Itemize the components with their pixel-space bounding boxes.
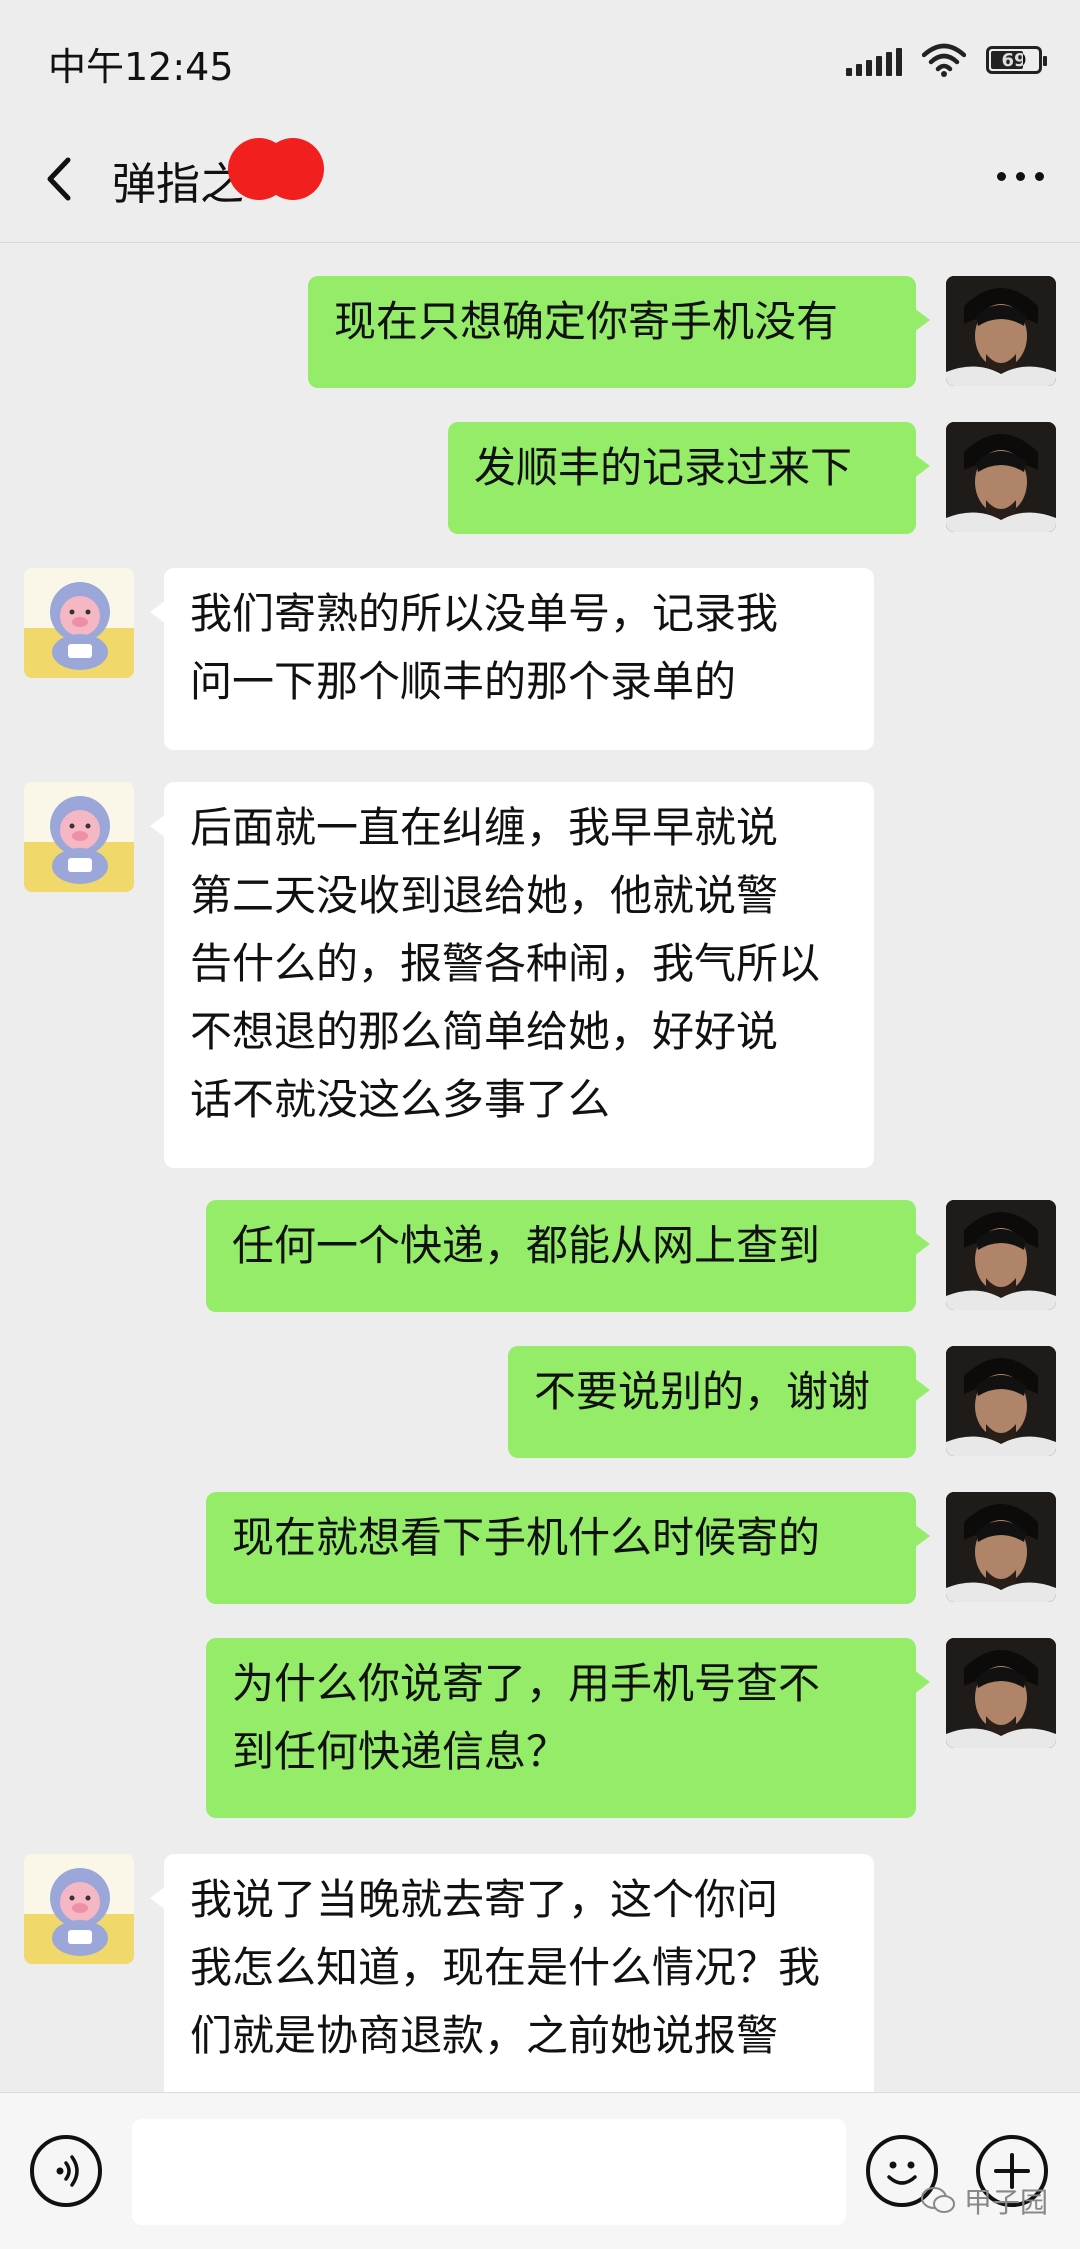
- signal-icon: [846, 44, 902, 76]
- status-time: 中午12:45: [48, 45, 234, 89]
- back-arrow-icon[interactable]: [36, 154, 86, 204]
- avatar[interactable]: [946, 1200, 1056, 1310]
- message-bubble[interactable]: 后面就一直在纠缠，我早早就说 第二天没收到退给她，他就说警 告什么的，报警各种闹…: [150, 782, 874, 1168]
- message-bubble[interactable]: 任何一个快递，都能从网上查到: [206, 1200, 930, 1312]
- message-row: 为什么你说寄了，用手机号查不 到任何快递信息？: [0, 1638, 1080, 1818]
- avatar[interactable]: [24, 568, 134, 678]
- avatar[interactable]: [946, 276, 1056, 386]
- message-row: 不要说别的，谢谢: [0, 1346, 1080, 1458]
- message-row: 发顺丰的记录过来下: [0, 422, 1080, 534]
- avatar[interactable]: [24, 1854, 134, 1964]
- more-dots-icon[interactable]: [997, 172, 1044, 181]
- avatar[interactable]: [946, 1346, 1056, 1456]
- input-bar: 甲子园: [0, 2092, 1080, 2249]
- message-row: 现在就想看下手机什么时候寄的: [0, 1492, 1080, 1604]
- message-row: 现在只想确定你寄手机没有: [0, 276, 1080, 388]
- avatar[interactable]: [946, 422, 1056, 532]
- avatar[interactable]: [946, 1638, 1056, 1748]
- message-bubble[interactable]: 我们寄熟的所以没单号，记录我 问一下那个顺丰的那个录单的: [150, 568, 874, 750]
- watermark-text: 甲子园: [963, 2186, 1048, 2219]
- message-bubble[interactable]: 现在就想看下手机什么时候寄的: [206, 1492, 930, 1604]
- message-bubble[interactable]: 我说了当晚就去寄了，这个你问 我怎么知道，现在是什么情况？我 们就是协商退款，之…: [150, 1854, 874, 2092]
- redaction-mark: [228, 138, 324, 204]
- message-bubble[interactable]: 发顺丰的记录过来下: [448, 422, 930, 534]
- battery-icon: 69: [986, 46, 1047, 74]
- avatar[interactable]: [946, 1492, 1056, 1602]
- chat-title: 弹指之: [112, 159, 244, 210]
- status-bar: 中午12:45 69: [0, 0, 1080, 118]
- avatar[interactable]: [24, 782, 134, 892]
- chat-header: 弹指之: [0, 118, 1080, 243]
- message-row: 我们寄熟的所以没单号，记录我 问一下那个顺丰的那个录单的: [0, 568, 1080, 750]
- message-row: 任何一个快递，都能从网上查到: [0, 1200, 1080, 1312]
- voice-icon[interactable]: [30, 2135, 102, 2207]
- message-bubble[interactable]: 不要说别的，谢谢: [508, 1346, 930, 1458]
- status-icons: 69: [846, 40, 1047, 80]
- watermark: 甲子园: [920, 2181, 1048, 2221]
- message-bubble[interactable]: 现在只想确定你寄手机没有: [308, 276, 930, 388]
- message-bubble[interactable]: 为什么你说寄了，用手机号查不 到任何快递信息？: [206, 1638, 930, 1818]
- message-input[interactable]: [132, 2119, 846, 2225]
- battery-level: 69: [1001, 49, 1027, 71]
- wifi-icon: [922, 43, 966, 77]
- message-list[interactable]: 现在只想确定你寄手机没有 发顺丰的记录过来下 我们寄熟的所以没单号，记录我 问一…: [0, 242, 1080, 2092]
- message-row: 后面就一直在纠缠，我早早就说 第二天没收到退给她，他就说警 告什么的，报警各种闹…: [0, 782, 1080, 1168]
- message-row: 我说了当晚就去寄了，这个你问 我怎么知道，现在是什么情况？我 们就是协商退款，之…: [0, 1854, 1080, 2092]
- wechat-icon: [920, 2187, 955, 2213]
